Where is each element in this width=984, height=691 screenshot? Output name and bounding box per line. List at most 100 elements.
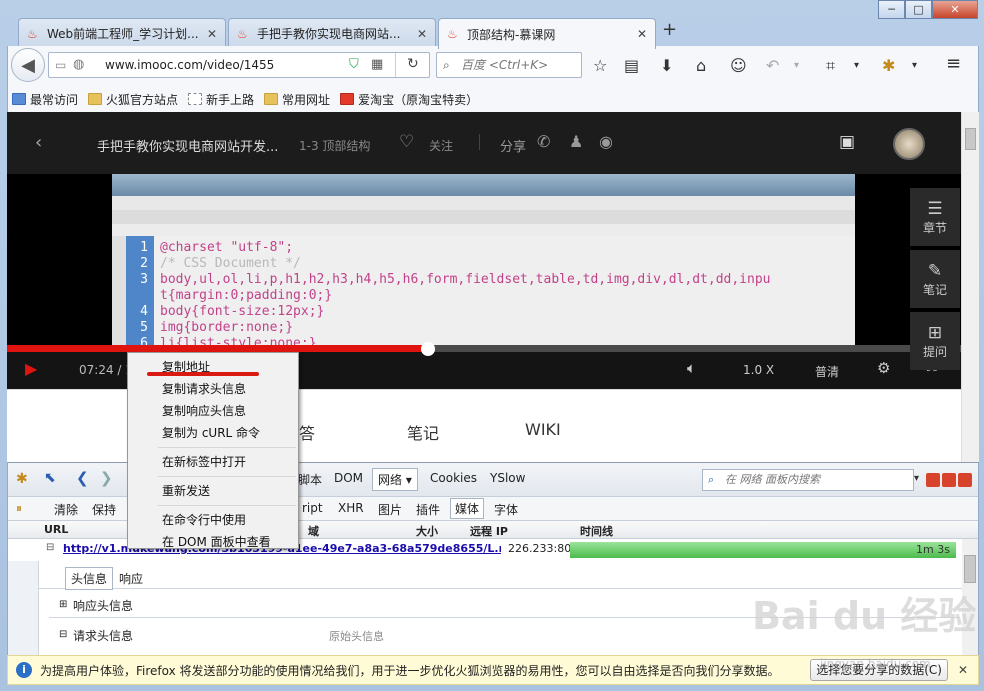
detach-firebug-button[interactable] — [942, 473, 956, 487]
bookmarks-list-icon[interactable]: ▤ — [624, 56, 639, 75]
search-dropdown-icon[interactable]: ▾ — [914, 473, 919, 484]
menu-item-copy-request-headers[interactable]: 复制请求头信息 — [128, 378, 298, 400]
nav-back-icon[interactable]: ❮ — [76, 469, 89, 487]
page-scrollbar[interactable] — [961, 112, 979, 462]
bookmark-getting-started[interactable]: 新手上路 — [188, 91, 254, 108]
speed-button[interactable]: 1.0 X — [743, 363, 774, 377]
menu-item-copy-as-curl[interactable]: 复制为 cURL 命令 — [128, 422, 298, 444]
message-icon[interactable]: ▣ — [839, 132, 855, 152]
tab-response[interactable]: 响应 — [119, 570, 143, 587]
bookmark-common-sites[interactable]: 常用网址 — [264, 91, 330, 108]
home-icon[interactable]: ⌂ — [696, 56, 706, 75]
filter-media[interactable]: 媒体 — [450, 498, 485, 519]
crop-dropdown-icon[interactable]: ▾ — [854, 60, 859, 71]
inspect-icon[interactable]: ⬉ — [44, 470, 56, 486]
minimize-firebug-button[interactable] — [926, 473, 940, 487]
bookmark-most-visited[interactable]: 最常访问 — [12, 91, 78, 108]
filter-script[interactable]: ript — [302, 501, 323, 515]
bookmark-firefox-site[interactable]: 火狐官方站点 — [88, 91, 178, 108]
notes-button[interactable]: ✎ 笔记 — [910, 250, 960, 308]
filter-images[interactable]: 图片 — [378, 501, 402, 518]
filter-fonts[interactable]: 字体 — [494, 501, 518, 518]
col-timeline[interactable]: 时间线 — [580, 523, 613, 539]
undo-icon[interactable]: ↶ — [766, 56, 779, 75]
close-notification-icon[interactable]: ✕ — [958, 663, 968, 677]
progress-handle[interactable] — [421, 342, 435, 356]
volume-icon[interactable]: 🔈︎ — [687, 359, 696, 377]
bookmark-star-icon[interactable]: ☆ — [593, 56, 607, 75]
wechat-icon[interactable]: ✆ — [537, 132, 550, 151]
url-text[interactable]: www.imooc.com/video/1455 — [105, 58, 274, 72]
close-tab-icon[interactable]: ✕ — [637, 27, 647, 41]
expand-icon[interactable]: ⊞ — [59, 599, 67, 610]
back-button[interactable]: ◀ — [11, 48, 45, 82]
firebug-icon[interactable]: ✱ — [16, 471, 28, 487]
scrollbar-thumb[interactable] — [965, 128, 976, 150]
menu-item-open-new-tab[interactable]: 在新标签中打开 — [128, 451, 298, 473]
undo-dropdown-icon[interactable]: ▾ — [794, 60, 799, 71]
tab-wiki[interactable]: WIKI — [525, 420, 561, 439]
pause-icon[interactable]: ⏸ — [16, 501, 22, 516]
col-url[interactable]: URL — [44, 523, 68, 536]
menu-item-copy-response-headers[interactable]: 复制响应头信息 — [128, 400, 298, 422]
panel-dom[interactable]: DOM — [334, 471, 363, 485]
follow-label[interactable]: 关注 — [429, 137, 453, 154]
play-icon[interactable]: ▶ — [25, 359, 37, 378]
panel-script[interactable]: 脚本 — [298, 471, 322, 488]
firebug-search-input[interactable]: ⌕ 在 网络 面板内搜索 — [702, 469, 914, 491]
tab-ecommerce[interactable]: ♨ 手把手教你实现电商网站... ✕ — [228, 18, 436, 48]
progress-remaining[interactable] — [428, 345, 961, 352]
tab-qa[interactable]: 答 — [299, 420, 315, 444]
chapters-button[interactable]: ☰ 章节 — [910, 188, 960, 246]
close-tab-icon[interactable]: ✕ — [207, 27, 217, 41]
menu-item-use-in-console[interactable]: 在命令行中使用 — [128, 509, 298, 531]
settings-gear-icon[interactable]: ⚙ — [877, 359, 890, 377]
collapse-icon[interactable]: ⊟ — [59, 629, 67, 640]
weibo-icon[interactable]: ◉ — [599, 132, 613, 151]
new-tab-button[interactable]: + — [662, 19, 677, 40]
filter-xhr[interactable]: XHR — [338, 501, 364, 515]
tab-web-frontend[interactable]: ♨ Web前端工程师_学习计划... ✕ — [18, 18, 226, 48]
menu-item-resend[interactable]: 重新发送 — [128, 480, 298, 502]
qq-icon[interactable]: ♟ — [569, 132, 583, 151]
firebug-icon[interactable]: ✱ — [882, 56, 895, 75]
menu-icon[interactable]: ≡ — [946, 53, 961, 74]
qr-code-icon[interactable]: ▦ — [371, 57, 383, 72]
panel-network[interactable]: 网络 ▾ — [372, 468, 418, 491]
tab-notes[interactable]: 笔记 — [407, 420, 439, 444]
collapse-icon[interactable]: ⊟ — [46, 542, 54, 553]
panel-yslow[interactable]: YSlow — [490, 471, 525, 485]
col-remote-ip[interactable]: 远程 IP — [470, 523, 508, 539]
download-icon[interactable]: ⬇ — [660, 56, 673, 75]
heart-icon[interactable]: ♡ — [399, 132, 414, 152]
persist-button[interactable]: 保持 — [92, 501, 116, 518]
chat-icon[interactable]: ☺ — [730, 56, 747, 75]
progress-played[interactable] — [7, 345, 428, 352]
avatar[interactable] — [893, 128, 925, 160]
col-domain[interactable]: 域 — [308, 523, 319, 539]
response-headers-section[interactable]: 响应头信息 — [73, 597, 133, 614]
ask-button[interactable]: ⊞ 提问 — [910, 312, 960, 370]
shield-icon[interactable]: ⛉ — [349, 57, 359, 72]
crop-screenshot-icon[interactable]: ⌗ — [826, 56, 835, 76]
col-size[interactable]: 大小 — [416, 523, 438, 539]
panel-cookies[interactable]: Cookies — [430, 471, 477, 485]
request-headers-section[interactable]: 请求头信息 — [73, 627, 133, 644]
url-bar[interactable]: ▭ ◍ www.imooc.com/video/1455 ⛉ ▦ ↻ — [48, 52, 430, 78]
clear-button[interactable]: 清除 — [54, 501, 78, 518]
reload-icon[interactable]: ↻ — [407, 56, 419, 72]
close-tab-icon[interactable]: ✕ — [417, 27, 427, 41]
scrollbar-thumb[interactable] — [964, 555, 976, 583]
firebug-dropdown-icon[interactable]: ▾ — [912, 60, 917, 71]
tab-headers[interactable]: 头信息 — [65, 567, 114, 590]
search-box[interactable]: ⌕ 百度 <Ctrl+K> — [436, 52, 582, 78]
tab-top-structure[interactable]: ♨ 顶部结构-慕课网 ✕ — [438, 18, 656, 49]
nav-forward-icon[interactable]: ❯ — [100, 469, 113, 487]
raw-headers-link[interactable]: 原始头信息 — [329, 628, 384, 644]
menu-item-inspect-in-dom[interactable]: 在 DOM 面板中查看 — [128, 531, 298, 553]
close-firebug-button[interactable] — [958, 473, 972, 487]
filter-plugins[interactable]: 插件 — [416, 501, 440, 518]
back-chevron-icon[interactable]: ‹ — [35, 132, 42, 153]
quality-button[interactable]: 普清 — [815, 363, 839, 380]
bookmark-aitaobao[interactable]: 爱淘宝（原淘宝特卖） — [340, 91, 478, 108]
